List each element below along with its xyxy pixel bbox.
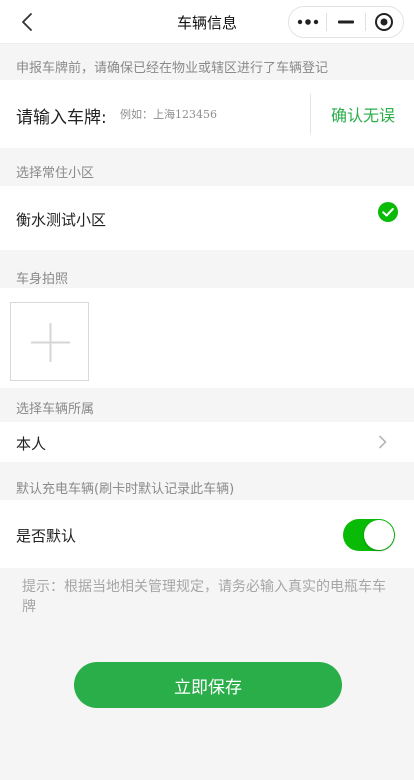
- more-dots-icon: [297, 19, 318, 25]
- save-button[interactable]: 立即保存: [74, 662, 342, 708]
- owner-header: 选择车辆所属: [16, 402, 95, 417]
- plate-divider: [310, 94, 311, 134]
- default-label: 是否默认: [16, 527, 77, 545]
- default-row: 是否默认: [0, 500, 414, 568]
- default-toggle[interactable]: [343, 519, 395, 551]
- owner-select[interactable]: 本人: [0, 422, 414, 462]
- plate-notice: 申报车牌前，请确保已经在物业或辖区进行了车辆登记: [16, 61, 329, 76]
- toggle-knob: [364, 520, 394, 550]
- community-item[interactable]: 衡水测试小区: [0, 186, 414, 250]
- more-button[interactable]: [289, 7, 326, 37]
- add-photo-button[interactable]: [10, 302, 89, 381]
- minimize-icon: [337, 20, 354, 24]
- close-program-button[interactable]: [366, 7, 403, 37]
- plate-input[interactable]: [120, 100, 300, 128]
- owner-value: 本人: [16, 435, 47, 453]
- mini-program-capsule: [288, 6, 404, 38]
- community-name: 衡水测试小区: [16, 211, 107, 229]
- chevron-right-icon: [379, 435, 387, 449]
- plus-icon: [31, 323, 70, 362]
- photo-row: [0, 288, 414, 388]
- nav-bar: 车辆信息: [0, 0, 414, 44]
- tip-text: 提示：根据当地相关管理规定，请务必输入真实的电瓶车车牌: [22, 579, 386, 615]
- back-button[interactable]: [16, 10, 40, 34]
- community-header: 选择常住小区: [16, 166, 95, 181]
- target-circle-icon: [375, 13, 394, 31]
- default-header: 默认充电车辆(刷卡时默认记录此车辆): [16, 482, 235, 497]
- chevron-left-icon: [22, 13, 32, 31]
- photo-header: 车身拍照: [16, 272, 69, 287]
- plate-input-row: 请输入车牌: 确认无误: [0, 80, 414, 148]
- minimize-button[interactable]: [327, 7, 364, 37]
- confirm-plate-button[interactable]: 确认无误: [312, 80, 414, 148]
- check-circle-icon: [378, 202, 398, 222]
- plate-label: 请输入车牌:: [16, 108, 107, 128]
